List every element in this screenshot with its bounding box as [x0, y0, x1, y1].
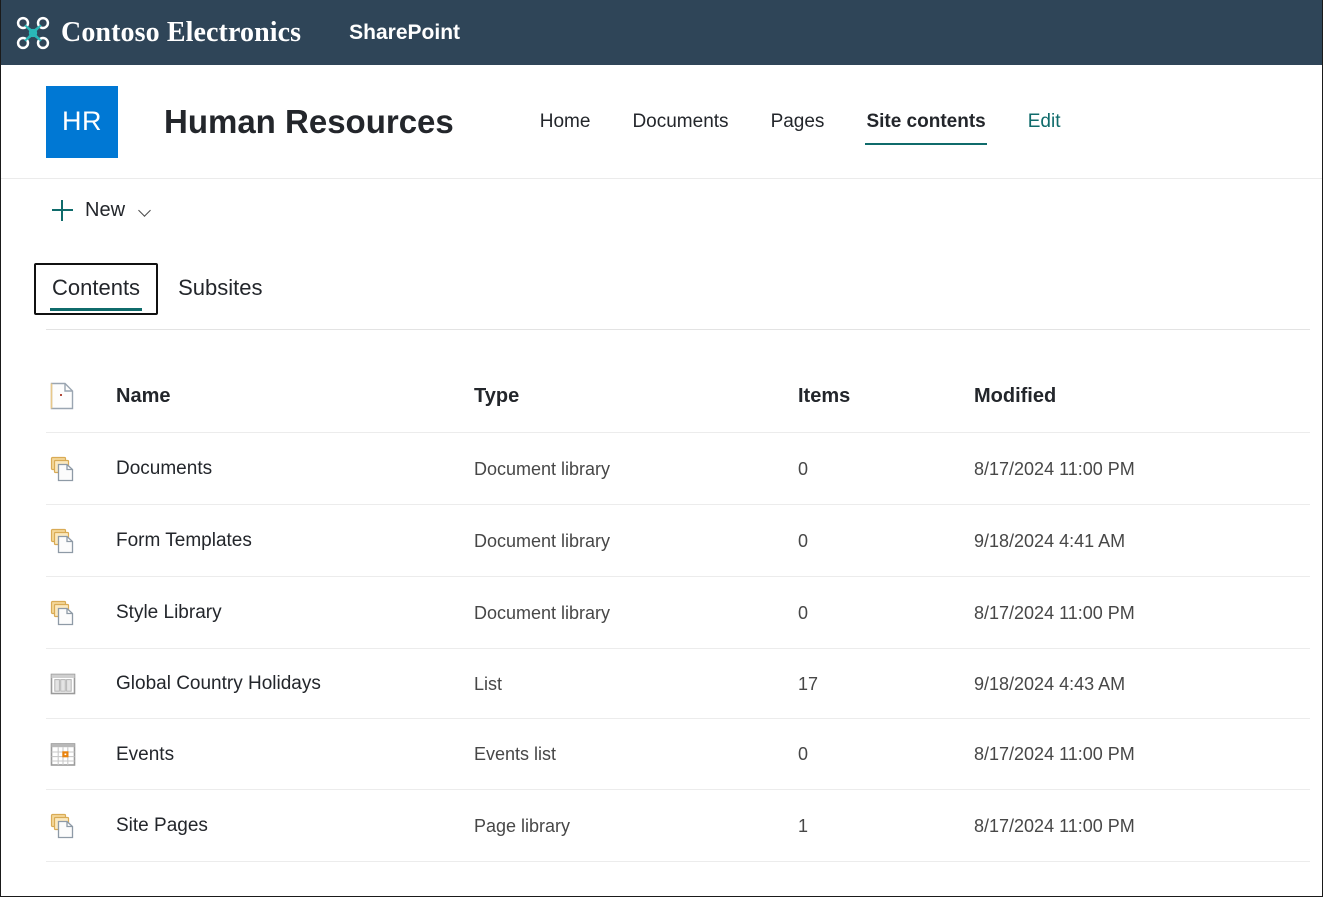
nav-edit-link[interactable]: Edit — [1007, 103, 1082, 141]
tab-contents[interactable]: Contents — [34, 263, 158, 315]
row-name[interactable]: Style Library — [116, 577, 474, 649]
document-icon — [50, 382, 116, 410]
row-items: 17 — [798, 649, 974, 719]
row-type: Document library — [474, 433, 798, 505]
nav-item-site-contents[interactable]: Site contents — [845, 103, 1006, 141]
pivot-area: Contents Subsites — [1, 241, 1322, 330]
table-row[interactable]: Events Events list 0 8/17/2024 11:00 PM — [46, 719, 1310, 790]
row-items: 1 — [798, 790, 974, 862]
tab-subsites[interactable]: Subsites — [160, 263, 280, 315]
column-header-type[interactable]: Type — [474, 382, 798, 433]
table-row[interactable]: Form Templates Document library 0 9/18/2… — [46, 505, 1310, 577]
row-modified: 9/18/2024 4:43 AM — [974, 649, 1310, 719]
row-type: List — [474, 649, 798, 719]
row-type: Document library — [474, 577, 798, 649]
document-library-icon — [50, 600, 116, 626]
chevron-down-icon[interactable] — [139, 206, 153, 215]
document-library-icon — [50, 528, 116, 554]
command-bar: New — [1, 179, 1322, 241]
page-title: Human Resources — [164, 103, 454, 141]
events-calendar-icon — [50, 742, 116, 767]
pivot-divider — [46, 329, 1310, 330]
row-type: Page library — [474, 790, 798, 862]
document-library-icon — [50, 456, 116, 482]
table-row[interactable]: Documents Document library 0 8/17/2024 1… — [46, 433, 1310, 505]
table-header-row: Name Type Items Modified — [46, 382, 1310, 433]
row-icon-cell — [46, 790, 116, 862]
site-contents-table: Name Type Items Modified — [46, 382, 1310, 862]
row-modified: 8/17/2024 11:00 PM — [974, 433, 1310, 505]
row-modified: 8/17/2024 11:00 PM — [974, 577, 1310, 649]
row-icon-cell — [46, 649, 116, 719]
row-name[interactable]: Events — [116, 719, 474, 790]
nav-item-documents[interactable]: Documents — [611, 103, 749, 141]
row-items: 0 — [798, 577, 974, 649]
site-navigation: Home Documents Pages Site contents Edit — [519, 86, 1082, 158]
site-header: HR Human Resources Home Documents Pages … — [1, 65, 1322, 179]
column-header-icon[interactable] — [46, 382, 116, 433]
column-header-items[interactable]: Items — [798, 382, 974, 433]
table-row[interactable]: Style Library Document library 0 8/17/20… — [46, 577, 1310, 649]
row-name[interactable]: Site Pages — [116, 790, 474, 862]
row-items: 0 — [798, 433, 974, 505]
row-modified: 8/17/2024 11:00 PM — [974, 790, 1310, 862]
brand-link[interactable]: Contoso Electronics — [14, 14, 301, 52]
brand-name: Contoso Electronics — [61, 17, 301, 49]
row-modified: 9/18/2024 4:41 AM — [974, 505, 1310, 577]
row-icon-cell — [46, 505, 116, 577]
suite-app-name[interactable]: SharePoint — [349, 21, 460, 45]
new-button[interactable]: New — [46, 195, 159, 226]
row-items: 0 — [798, 719, 974, 790]
table-row[interactable]: Global Country Holidays List 17 9/18/202… — [46, 649, 1310, 719]
row-type: Events list — [474, 719, 798, 790]
column-header-modified[interactable]: Modified — [974, 382, 1310, 433]
row-type: Document library — [474, 505, 798, 577]
nav-item-pages[interactable]: Pages — [750, 103, 846, 141]
row-name[interactable]: Global Country Holidays — [116, 649, 474, 719]
row-icon-cell — [46, 577, 116, 649]
row-icon-cell — [46, 719, 116, 790]
document-library-icon — [50, 813, 116, 839]
new-button-label: New — [85, 199, 125, 222]
drone-icon — [14, 14, 52, 52]
table-body: Documents Document library 0 8/17/2024 1… — [46, 433, 1310, 862]
table-row[interactable]: Site Pages Page library 1 8/17/2024 11:0… — [46, 790, 1310, 862]
row-modified: 8/17/2024 11:00 PM — [974, 719, 1310, 790]
sharepoint-site-contents-page: Contoso Electronics SharePoint HR Human … — [0, 0, 1323, 897]
site-contents-table-wrap: Name Type Items Modified — [1, 382, 1322, 862]
row-icon-cell — [46, 433, 116, 505]
site-logo[interactable]: HR — [46, 86, 118, 158]
suite-bar: Contoso Electronics SharePoint — [1, 0, 1322, 65]
nav-item-home[interactable]: Home — [519, 103, 612, 141]
plus-icon — [52, 200, 73, 221]
list-icon — [50, 672, 116, 696]
pivot-tabs: Contents Subsites — [34, 263, 1322, 315]
row-items: 0 — [798, 505, 974, 577]
row-name[interactable]: Form Templates — [116, 505, 474, 577]
column-header-name[interactable]: Name — [116, 382, 474, 433]
row-name[interactable]: Documents — [116, 433, 474, 505]
